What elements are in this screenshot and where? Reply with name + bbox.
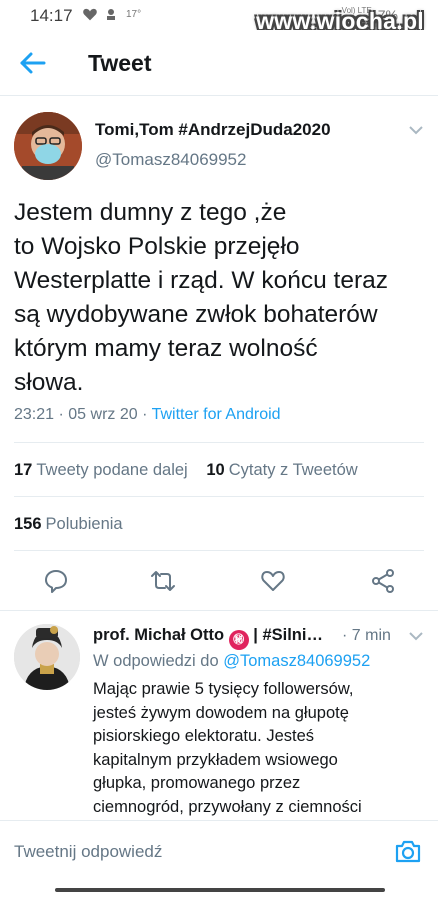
status-time: 14:17	[30, 6, 73, 25]
retweets-count: 17	[14, 461, 33, 479]
app-header: Tweet	[0, 30, 438, 96]
emoji-badge-icon: ㊙	[228, 630, 249, 650]
reply-to-label: W odpowiedzi do	[93, 652, 219, 670]
author-photo	[14, 112, 82, 180]
retweets-label: Tweety podane dalej	[36, 461, 188, 479]
status-bar: 14:17 17° Vol) LTE LTE1 7% www.wiocha.pl	[0, 0, 438, 34]
reply-to-mention[interactable]: @Tomasz84069952	[223, 652, 370, 670]
reply-author-name-suffix: | #Silni…	[248, 626, 323, 644]
page-title: Tweet	[88, 50, 152, 76]
share-icon[interactable]	[370, 568, 396, 594]
meta-separator: ·	[58, 406, 64, 423]
reply-time: · 7 min	[342, 627, 391, 644]
engagement-stats: 17 Tweety podane dalej 10 Cytaty z Tweetów	[14, 461, 372, 480]
app-notification-icon	[107, 9, 115, 20]
compose-bar	[0, 820, 438, 882]
likes-count: 156	[14, 515, 42, 533]
status-temperature: 17°	[126, 8, 142, 20]
divider	[0, 610, 438, 611]
divider	[14, 496, 424, 497]
comment-icon[interactable]	[43, 568, 69, 594]
reply-input[interactable]	[14, 837, 374, 867]
author-avatar[interactable]	[14, 112, 82, 180]
retweet-icon[interactable]	[150, 568, 176, 594]
reply-author-photo	[14, 624, 80, 690]
reply-author-name[interactable]: prof. Michał Otto ㊙ | #Silni…	[93, 626, 341, 650]
heart-notification-icon	[83, 8, 97, 21]
quotes-count: 10	[206, 461, 225, 479]
chevron-down-icon[interactable]	[408, 630, 424, 642]
tweet-source-link[interactable]: Twitter for Android	[152, 406, 281, 423]
chevron-down-icon[interactable]	[408, 124, 424, 136]
author-name[interactable]: Tomi,Tom #AndrzejDuda2020	[95, 120, 331, 140]
likes-stats: 156 Polubienia	[14, 515, 137, 534]
quotes-label: Cytaty z Tweetów	[228, 461, 358, 479]
divider	[14, 550, 424, 551]
quotes-stat[interactable]: 10 Cytaty z Tweetów	[206, 461, 357, 480]
system-navigation-bar	[0, 882, 438, 900]
tweet-time: 23:21	[14, 406, 55, 423]
arrow-left-icon[interactable]	[18, 50, 48, 76]
reply-to-line: W odpowiedzi do @Tomasz84069952	[93, 652, 370, 671]
status-notification-icons: 17°	[82, 7, 141, 21]
reply-author-avatar[interactable]	[14, 624, 80, 690]
tweet-actions	[0, 560, 438, 600]
likes-label: Polubienia	[45, 515, 123, 533]
likes-stat[interactable]: 156 Polubienia	[14, 515, 123, 534]
heart-icon[interactable]	[260, 568, 286, 594]
reply-author-name-text: prof. Michał Otto	[93, 626, 225, 644]
tweet-date: 05 wrz 20	[68, 406, 138, 423]
reply-text: Mając prawie 5 tysięcy followersów, jest…	[93, 680, 362, 816]
divider	[14, 442, 424, 443]
retweets-stat[interactable]: 17 Tweety podane dalej	[14, 461, 188, 480]
tweet-text: Jestem dumny z tego ,że to Wojsko Polski…	[14, 199, 388, 396]
tweet-meta: 23:21 · 05 wrz 20 · Twitter for Android	[14, 406, 281, 424]
camera-icon[interactable]	[394, 838, 422, 864]
home-gesture-bar[interactable]	[55, 888, 385, 892]
meta-separator: ·	[142, 406, 148, 423]
author-handle[interactable]: @Tomasz84069952	[95, 150, 246, 170]
